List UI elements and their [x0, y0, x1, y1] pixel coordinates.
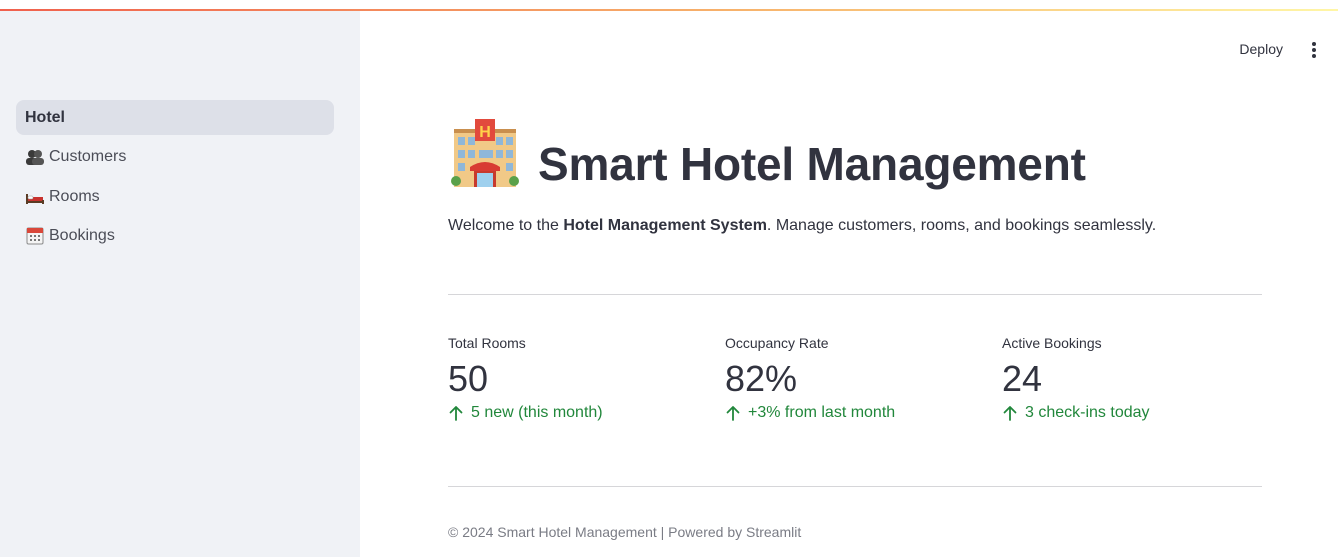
metric-value: 24: [1002, 358, 1043, 399]
sidebar-item-label: Rooms: [49, 187, 100, 205]
sidebar-item-customers[interactable]: Customers: [16, 140, 334, 175]
deploy-button[interactable]: Deploy: [1239, 41, 1283, 57]
sidebar-item-hotel[interactable]: Hotel: [16, 100, 334, 135]
arrow-up-icon: [1003, 406, 1017, 421]
arrow-up-icon: [726, 406, 740, 421]
sidebar-item-label: Hotel: [25, 108, 65, 126]
welcome-text: Welcome to the Hotel Management System. …: [448, 217, 1157, 234]
bed-icon: [25, 188, 45, 206]
metric-value: 50: [448, 358, 489, 399]
sidebar-item-rooms[interactable]: Rooms: [16, 179, 334, 214]
header-decoration-strip: [0, 9, 1338, 11]
metric-label: Occupancy Rate: [725, 335, 829, 351]
metric-delta: +3% from last month: [725, 401, 985, 425]
divider: [448, 486, 1262, 487]
metric-value: 82%: [725, 358, 798, 399]
metric-delta: 3 check-ins today: [1002, 401, 1262, 425]
metric-label: Active Bookings: [1002, 335, 1102, 351]
more-vertical-icon[interactable]: [1310, 42, 1318, 58]
sidebar-item-bookings[interactable]: Bookings: [16, 219, 334, 254]
page-header: H Smart Hotel Management: [448, 115, 1262, 195]
metric-total-rooms: Total Rooms 50 5 new (this month): [448, 335, 708, 425]
page-title: Smart Hotel Management: [538, 138, 1086, 190]
metric-label: Total Rooms: [448, 335, 526, 351]
footer-text: © 2024 Smart Hotel Management | Powered …: [448, 524, 802, 540]
people-icon: [25, 148, 45, 166]
metric-occupancy-rate: Occupancy Rate 82% +3% from last month: [725, 335, 985, 425]
sidebar-nav: Hotel Customers Rooms Bookings: [16, 100, 334, 258]
metric-delta: 5 new (this month): [448, 401, 708, 425]
divider: [448, 294, 1262, 295]
sidebar: Hotel Customers Rooms Bookings: [0, 11, 360, 557]
arrow-up-icon: [449, 406, 463, 421]
svg-text:H: H: [479, 124, 491, 141]
hotel-icon: H: [448, 117, 520, 189]
calendar-icon: [25, 227, 45, 245]
metric-active-bookings: Active Bookings 24 3 check-ins today: [1002, 335, 1262, 425]
sidebar-item-label: Bookings: [49, 227, 115, 244]
toolbar: Deploy: [1138, 40, 1338, 62]
sidebar-item-label: Customers: [49, 148, 127, 165]
